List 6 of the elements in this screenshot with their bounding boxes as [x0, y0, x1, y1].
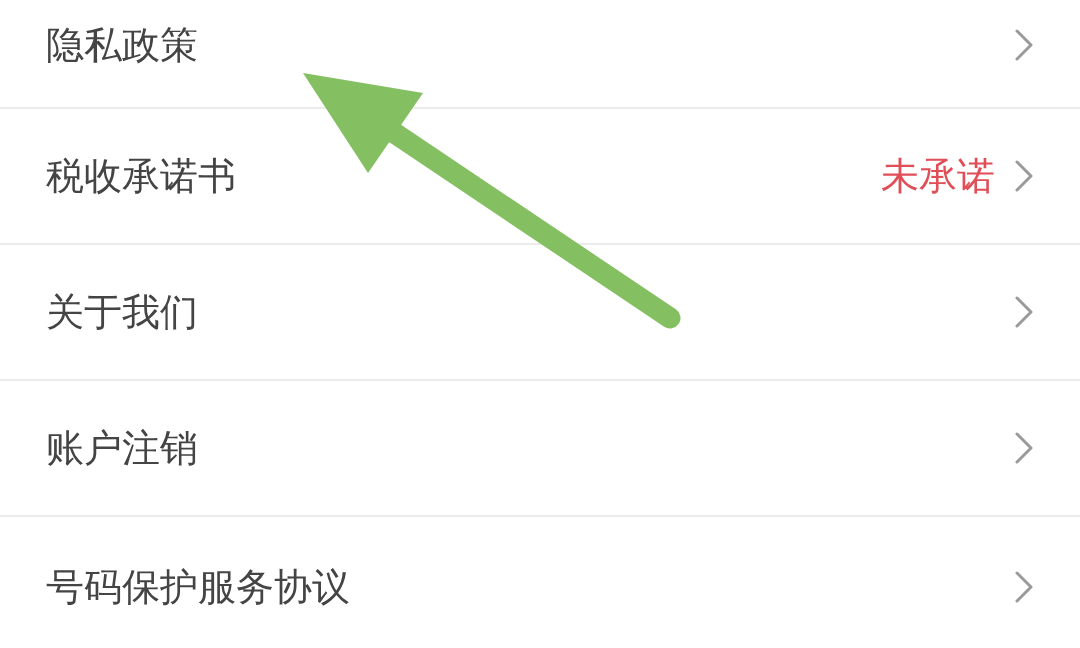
chevron-right-icon [1015, 432, 1033, 464]
chevron-right-icon [1015, 160, 1033, 192]
chevron-right-icon [1015, 28, 1033, 61]
chevron-right-icon [1015, 570, 1033, 603]
chevron-right-icon [1015, 296, 1033, 328]
status-text: 未承诺 [881, 157, 995, 195]
